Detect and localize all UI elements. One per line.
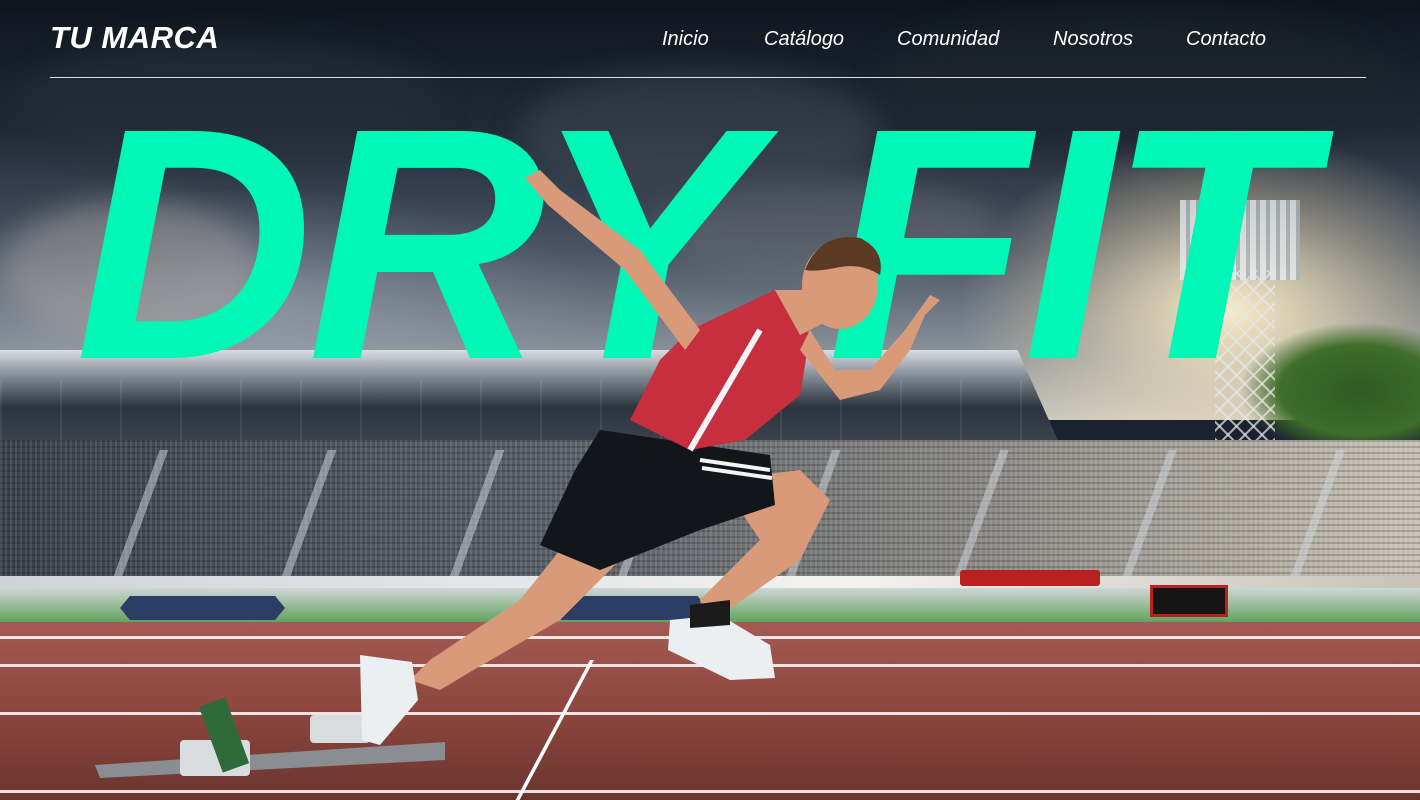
nav-link-contacto[interactable]: Contacto	[1186, 28, 1266, 51]
top-navigation: TU MARCA Inicio Catálogo Comunidad Nosot…	[0, 0, 1420, 80]
main-nav: Inicio Catálogo Comunidad Nosotros Conta…	[0, 28, 1420, 58]
sprinter-athlete	[95, 170, 940, 778]
nav-link-inicio[interactable]: Inicio	[662, 28, 709, 51]
nav-link-nosotros[interactable]: Nosotros	[1053, 28, 1133, 51]
nav-link-comunidad[interactable]: Comunidad	[897, 28, 999, 51]
nav-divider	[50, 77, 1366, 78]
nav-link-catalogo[interactable]: Catálogo	[764, 28, 844, 51]
